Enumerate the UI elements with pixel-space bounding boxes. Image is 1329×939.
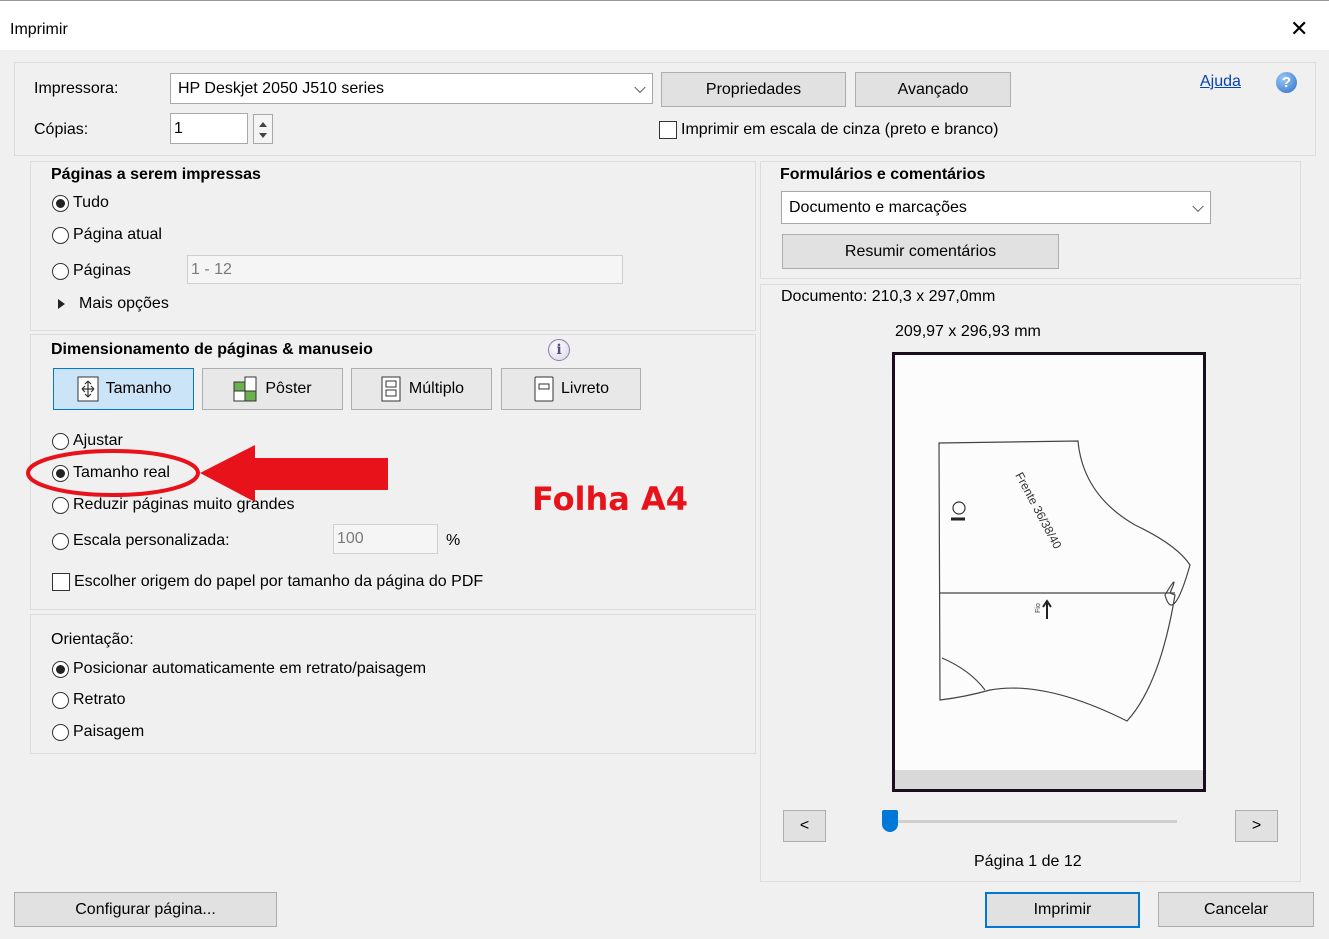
pages-all-radio[interactable]	[52, 194, 69, 212]
spinner-up-icon[interactable]	[259, 122, 267, 127]
paper-source-checkbox[interactable]	[52, 573, 70, 591]
forms-select[interactable]: Documento e marcações	[781, 191, 1211, 224]
page-slider-thumb[interactable]	[882, 810, 898, 832]
cancel-button[interactable]: Cancelar	[1158, 892, 1314, 927]
paper-source-label: Escolher origem do papel por tamanho da …	[74, 573, 484, 590]
pages-option-current[interactable]: Página atual	[52, 226, 162, 244]
spinner-down-icon[interactable]	[259, 133, 267, 138]
mode-poster-button[interactable]: Pôster	[202, 368, 343, 410]
multiple-pages-icon	[381, 376, 401, 402]
pages-current-label: Página atual	[73, 226, 162, 243]
annotation-overlay	[26, 445, 388, 502]
chevron-down-icon	[1192, 200, 1204, 212]
page-indicator: Página 1 de 12	[974, 853, 1082, 870]
pages-range-radio[interactable]	[52, 262, 69, 280]
sizing-custom-label: Escala personalizada:	[73, 532, 230, 549]
grayscale-label: Imprimir em escala de cinza (preto e bra…	[681, 121, 999, 138]
orientation-landscape-label: Paisagem	[73, 723, 145, 740]
mode-poster-label: Pôster	[265, 380, 312, 397]
orientation-portrait-radio[interactable]	[52, 691, 69, 709]
annotation-arrow	[200, 445, 388, 502]
forms-section-title: Formulários e comentários	[780, 166, 986, 183]
pattern-grain-label: Fio	[1035, 603, 1042, 613]
help-icon-glyph: ?	[1281, 74, 1292, 91]
sizing-option-custom[interactable]: Escala personalizada:	[52, 532, 230, 550]
orientation-landscape-radio[interactable]	[52, 723, 69, 741]
mode-multiplo-label: Múltiplo	[408, 380, 465, 397]
page-slider-track[interactable]	[890, 820, 1177, 823]
page-size: 209,97 x 296,93 mm	[895, 323, 1041, 340]
grayscale-option[interactable]: Imprimir em escala de cinza (preto e bra…	[659, 121, 998, 139]
print-button[interactable]: Imprimir	[985, 892, 1140, 928]
mode-tamanho-label: Tamanho	[105, 380, 172, 397]
prev-page-button[interactable]: <	[783, 810, 826, 842]
pages-option-all[interactable]: Tudo	[52, 194, 109, 212]
orientation-option-auto[interactable]: Posicionar automaticamente em retrato/pa…	[52, 660, 426, 678]
document-size: Documento: 210,3 x 297,0mm	[781, 288, 996, 305]
percent-sign: %	[446, 532, 461, 549]
mode-multiplo-button[interactable]: Múltiplo	[351, 368, 492, 410]
orientation-option-portrait[interactable]: Retrato	[52, 691, 125, 709]
copies-spinner[interactable]	[253, 114, 273, 144]
info-icon[interactable]: i	[548, 339, 570, 361]
copies-label: Cópias:	[34, 121, 89, 138]
printer-select-value: HP Deskjet 2050 J510 series	[178, 79, 385, 97]
printer-label: Impressora:	[34, 80, 119, 97]
sizing-section-title: Dimensionamento de páginas & manuseio	[51, 341, 373, 358]
triangle-right-icon	[58, 299, 65, 309]
paper-source-option[interactable]: Escolher origem do papel por tamanho da …	[52, 573, 483, 591]
next-page-button[interactable]: >	[1235, 810, 1278, 842]
pages-section-title: Páginas a serem impressas	[51, 166, 261, 183]
page-setup-button[interactable]: Configurar página...	[14, 892, 277, 927]
page-preview: Fio Frente 36/38/40	[892, 352, 1206, 792]
pattern-preview-image: Fio Frente 36/38/40	[895, 355, 1203, 789]
help-icon[interactable]: ?	[1276, 72, 1297, 93]
pages-option-range[interactable]: Páginas	[52, 262, 131, 280]
mode-livreto-label: Livreto	[560, 380, 610, 397]
orientation-auto-label: Posicionar automaticamente em retrato/pa…	[73, 660, 427, 677]
window-title: Imprimir	[10, 21, 68, 38]
forms-select-value: Documento e marcações	[789, 198, 967, 216]
resize-page-icon	[77, 376, 99, 402]
printer-select[interactable]: HP Deskjet 2050 J510 series	[170, 73, 653, 104]
summarize-comments-button[interactable]: Resumir comentários	[782, 234, 1059, 269]
sizing-custom-radio[interactable]	[52, 532, 69, 550]
mode-livreto-button[interactable]: Livreto	[501, 368, 641, 410]
advanced-button[interactable]: Avançado	[855, 72, 1011, 107]
orientation-title: Orientação:	[51, 631, 134, 648]
more-options-label: Mais opções	[79, 295, 169, 312]
title-bar	[0, 0, 1329, 50]
chevron-down-icon	[634, 81, 646, 93]
mode-tamanho-button[interactable]: Tamanho	[53, 368, 194, 410]
pages-current-radio[interactable]	[52, 226, 69, 244]
orientation-portrait-label: Retrato	[73, 691, 126, 708]
pages-range-input[interactable]: 1 - 12	[187, 255, 623, 284]
custom-scale-input[interactable]: 100	[333, 524, 438, 554]
poster-tiles-icon	[233, 376, 257, 402]
close-icon[interactable]: ✕	[1290, 18, 1308, 40]
help-link[interactable]: Ajuda	[1200, 73, 1241, 91]
orientation-option-landscape[interactable]: Paisagem	[52, 723, 144, 741]
pages-all-label: Tudo	[73, 194, 109, 211]
booklet-icon	[534, 376, 554, 402]
orientation-auto-radio[interactable]	[52, 660, 69, 678]
annotation-folha-a4: Folha A4	[532, 480, 689, 518]
more-options-toggle[interactable]: Mais opções	[58, 295, 169, 313]
grayscale-checkbox[interactable]	[659, 121, 677, 139]
copies-input[interactable]: 1	[170, 113, 248, 144]
annotation-ellipse	[26, 449, 200, 497]
pages-range-label: Páginas	[73, 262, 131, 279]
properties-button[interactable]: Propriedades	[661, 72, 846, 107]
